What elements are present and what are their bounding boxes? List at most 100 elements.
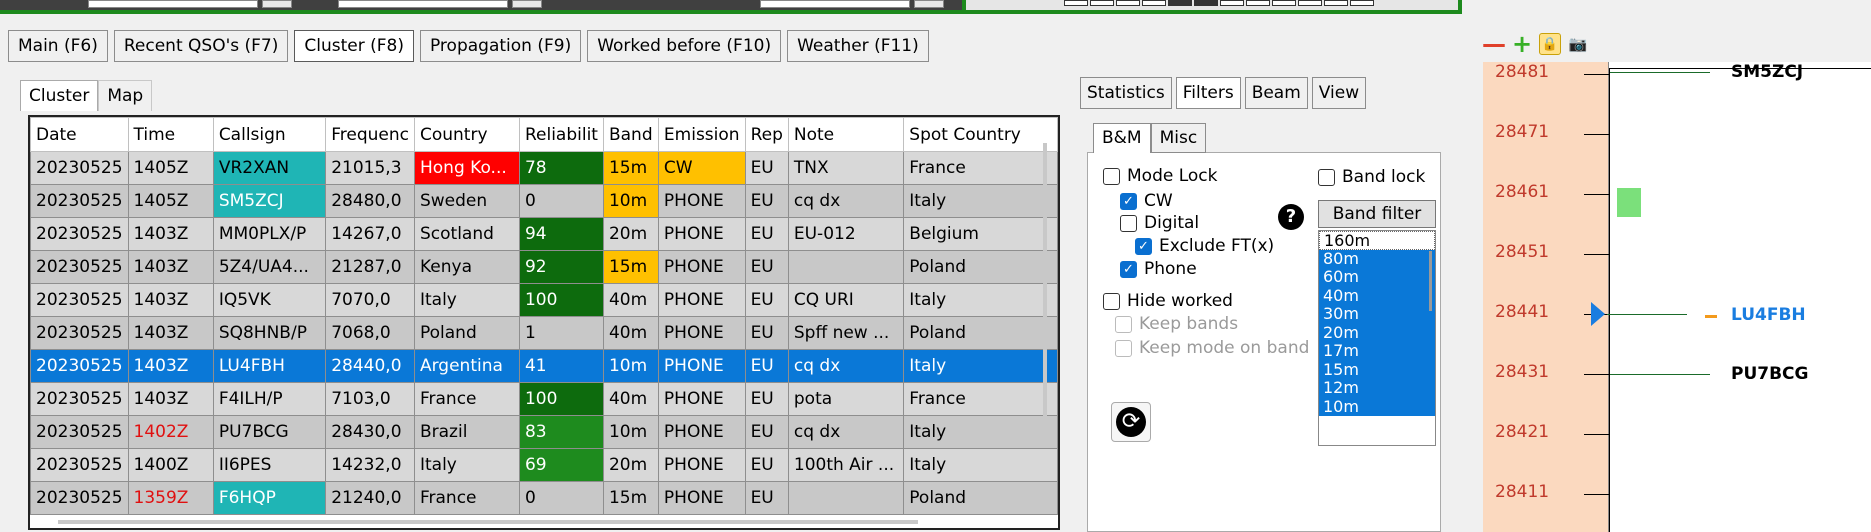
keep-mode-label: Keep mode on band bbox=[1139, 338, 1310, 358]
cell-emission: PHONE bbox=[657, 448, 746, 482]
refresh-button[interactable]: ⟳ bbox=[1111, 402, 1151, 442]
cw-checkbox[interactable]: ✓ CW bbox=[1120, 191, 1173, 211]
spot-line bbox=[1610, 374, 1710, 375]
spot-label[interactable]: PU7BCG bbox=[1731, 364, 1808, 384]
table-row-selected[interactable]: 20230525 1403Z LU4FBH 28440,0 Argentina … bbox=[30, 349, 1058, 383]
top-field-2[interactable] bbox=[338, 0, 508, 8]
right-panel-tabs: Statistics Filters Beam View bbox=[1080, 77, 1370, 109]
cell-callsign: MM0PLX/P bbox=[212, 217, 327, 251]
spot-line bbox=[1607, 314, 1687, 315]
list-item[interactable]: 40m bbox=[1319, 286, 1435, 305]
list-scrollbar[interactable] bbox=[1429, 251, 1432, 311]
tab-recent-qsos[interactable]: Recent QSO's (F7) bbox=[113, 30, 289, 62]
cell-emission: PHONE bbox=[657, 283, 746, 317]
list-item[interactable]: 80m bbox=[1319, 249, 1435, 268]
exclude-ft-checkbox[interactable]: ✓ Exclude FT(x) bbox=[1135, 236, 1274, 256]
top-dropdown-2[interactable] bbox=[512, 0, 542, 8]
table-row[interactable]: 20230525 1403Z IQ5VK 7070,0 Italy 100 40… bbox=[30, 283, 1058, 317]
bandmap[interactable]: 28481 28471 28461 28451 28441 28431 2842… bbox=[1483, 62, 1871, 532]
table-row[interactable]: 20230525 1403Z SQ8HNB/P 7068,0 Poland 1 … bbox=[30, 316, 1058, 350]
table-row[interactable]: 20230525 1403Z 5Z4/UA4... 21287,0 Kenya … bbox=[30, 250, 1058, 284]
tab-weather[interactable]: Weather (F11) bbox=[787, 30, 929, 62]
hide-worked-checkbox[interactable]: Hide worked bbox=[1103, 291, 1233, 311]
tab-beam[interactable]: Beam bbox=[1244, 77, 1308, 109]
freq-tick bbox=[1584, 434, 1609, 435]
cell-emission: CW bbox=[657, 151, 746, 185]
top-dropdown-3[interactable] bbox=[914, 0, 944, 8]
freq-label: 28481 bbox=[1495, 62, 1550, 82]
tab-cluster[interactable]: Cluster (F8) bbox=[294, 30, 414, 62]
col-callsign[interactable]: Callsign bbox=[212, 117, 327, 152]
table-row[interactable]: 20230525 1405Z SM5ZCJ 28480,0 Sweden 0 1… bbox=[30, 184, 1058, 218]
tab-worked-before[interactable]: Worked before (F10) bbox=[587, 30, 782, 62]
freq-label: 28471 bbox=[1495, 122, 1550, 142]
table-row[interactable]: 20230525 1403Z MM0PLX/P 14267,0 Scotland… bbox=[30, 217, 1058, 251]
list-item[interactable]: 12m bbox=[1319, 379, 1435, 398]
list-item[interactable]: 20m bbox=[1319, 323, 1435, 342]
list-item[interactable]: 30m bbox=[1319, 305, 1435, 324]
cell-band: 20m bbox=[602, 217, 659, 251]
freq-tick bbox=[1584, 194, 1609, 195]
col-time[interactable]: Time bbox=[127, 117, 214, 152]
table-row[interactable]: 20230525 1400Z II6PES 14232,0 Italy 69 2… bbox=[30, 448, 1058, 482]
table-row[interactable]: 20230525 1402Z PU7BCG 28430,0 Brazil 83 … bbox=[30, 415, 1058, 449]
camera-icon[interactable]: 📷 bbox=[1567, 33, 1589, 55]
cluster-grid: Date Time Callsign Frequenc Country Reli… bbox=[28, 115, 1060, 530]
col-country[interactable]: Country bbox=[413, 117, 520, 152]
cell-country: Brazil bbox=[413, 415, 520, 449]
zoom-out-button[interactable]: — bbox=[1482, 30, 1506, 58]
grid-vertical-scrollbar[interactable] bbox=[1043, 143, 1047, 428]
cell-callsign: F6HQP bbox=[212, 481, 327, 515]
col-band[interactable]: Band bbox=[602, 117, 659, 152]
top-field-3[interactable] bbox=[760, 0, 910, 8]
table-row[interactable]: 20230525 1405Z VR2XAN 21015,3 Hong Ko...… bbox=[30, 151, 1058, 185]
spot-label[interactable]: SM5ZCJ bbox=[1731, 62, 1803, 82]
list-item[interactable]: 160m bbox=[1319, 231, 1435, 250]
list-item[interactable]: 17m bbox=[1319, 342, 1435, 361]
col-emission[interactable]: Emission bbox=[657, 117, 746, 152]
list-item[interactable]: 10m bbox=[1319, 397, 1435, 416]
tab-band-mode[interactable]: B&M bbox=[1093, 123, 1151, 153]
cell-emission: PHONE bbox=[657, 184, 746, 218]
col-spot-country[interactable]: Spot Country bbox=[903, 117, 1058, 152]
cell-rep: EU bbox=[744, 283, 789, 317]
col-frequency[interactable]: Frequenc bbox=[325, 117, 415, 152]
cell-reliability: 1 bbox=[518, 316, 604, 350]
cell-date: 20230525 bbox=[30, 415, 129, 449]
col-rep[interactable]: Rep bbox=[744, 117, 789, 152]
col-date[interactable]: Date bbox=[30, 117, 129, 152]
cell-emission: PHONE bbox=[657, 250, 746, 284]
band-lock-checkbox[interactable]: Band lock bbox=[1318, 167, 1425, 187]
cell-date: 20230525 bbox=[30, 184, 129, 218]
list-item[interactable]: 60m bbox=[1319, 268, 1435, 287]
col-reliability[interactable]: Reliabilit bbox=[518, 117, 604, 152]
help-icon[interactable]: ? bbox=[1278, 204, 1304, 230]
tab-main[interactable]: Main (F6) bbox=[8, 30, 108, 62]
top-field-1[interactable] bbox=[88, 0, 258, 8]
freq-label: 28451 bbox=[1495, 242, 1550, 262]
top-dropdown-1[interactable] bbox=[262, 0, 292, 8]
tab-view[interactable]: View bbox=[1311, 77, 1367, 109]
tab-propagation[interactable]: Propagation (F9) bbox=[419, 30, 582, 62]
zoom-in-button[interactable]: + bbox=[1511, 30, 1533, 58]
tab-map[interactable]: Map bbox=[98, 80, 153, 111]
cell-emission: PHONE bbox=[657, 316, 746, 350]
lock-icon[interactable]: 🔒 bbox=[1539, 33, 1561, 55]
table-row[interactable]: 20230525 1359Z F6HQP 21240,0 France 0 15… bbox=[30, 481, 1058, 515]
mode-lock-checkbox[interactable]: Mode Lock bbox=[1103, 166, 1218, 186]
tab-misc[interactable]: Misc bbox=[1150, 123, 1207, 153]
table-row[interactable]: 20230525 1403Z F4ILH/P 7103,0 France 100… bbox=[30, 382, 1058, 416]
tab-statistics[interactable]: Statistics bbox=[1080, 77, 1172, 109]
list-item[interactable]: 15m bbox=[1319, 360, 1435, 379]
digital-checkbox[interactable]: Digital bbox=[1120, 213, 1199, 233]
spot-label[interactable]: LU4FBH bbox=[1731, 305, 1806, 325]
tab-filters[interactable]: Filters bbox=[1175, 77, 1241, 109]
band-filter-button[interactable]: Band filter bbox=[1318, 200, 1436, 228]
cell-reliability: 92 bbox=[518, 250, 604, 284]
meter-segment bbox=[1298, 0, 1322, 6]
tab-cluster-list[interactable]: Cluster bbox=[20, 80, 99, 111]
col-note[interactable]: Note bbox=[787, 117, 905, 152]
band-filter-list[interactable]: 160m 80m 60m 40m 30m 20m 17m 15m 12m 10m bbox=[1318, 230, 1436, 446]
phone-checkbox[interactable]: ✓ Phone bbox=[1120, 259, 1197, 279]
grid-horizontal-scrollbar[interactable] bbox=[58, 520, 918, 524]
